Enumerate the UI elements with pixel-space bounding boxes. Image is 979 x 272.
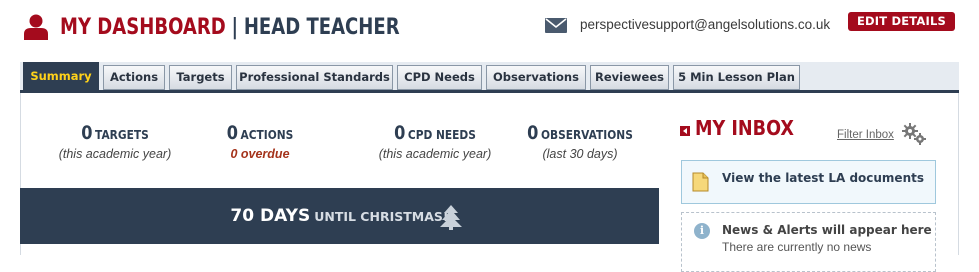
user-icon bbox=[24, 14, 48, 40]
stat-targets[interactable]: 0 TARGETS (this academic year) bbox=[30, 122, 200, 161]
stat-subtext: (this academic year) bbox=[58, 147, 172, 161]
tab-professional-standards[interactable]: Professional Standards bbox=[236, 65, 393, 90]
stat-value: 0 bbox=[527, 122, 539, 144]
stat-subtext: (this academic year) bbox=[378, 147, 492, 161]
countdown-days: 70 DAYS bbox=[230, 206, 311, 226]
la-documents-box[interactable]: View the latest LA documents bbox=[681, 160, 936, 204]
inbox-collapse-icon[interactable] bbox=[680, 126, 690, 136]
info-icon: i bbox=[694, 223, 710, 239]
tab-bar: Summary Actions Targets Professional Sta… bbox=[20, 62, 959, 93]
stat-label: CPD NEEDS bbox=[407, 127, 476, 142]
news-alerts-box: i News & Alerts will appear here There a… bbox=[681, 212, 936, 272]
page-title: MY DASHBOARD | HEAD TEACHER bbox=[60, 12, 400, 44]
stat-value: 0 bbox=[394, 122, 406, 144]
tab-observations[interactable]: Observations bbox=[486, 65, 586, 90]
document-icon bbox=[692, 172, 709, 192]
news-title: News & Alerts will appear here bbox=[722, 223, 932, 237]
stat-subtext: (last 30 days) bbox=[542, 147, 618, 161]
la-documents-link[interactable]: View the latest LA documents bbox=[722, 171, 924, 185]
stat-label: TARGETS bbox=[95, 127, 149, 142]
filter-inbox-link[interactable]: Filter Inbox bbox=[837, 129, 894, 141]
mail-icon bbox=[545, 18, 567, 33]
stat-label: OBSERVATIONS bbox=[540, 127, 633, 142]
dashboard-title: MY DASHBOARD bbox=[60, 15, 226, 40]
countdown-label: UNTIL CHRISTMAS! bbox=[314, 209, 449, 224]
role-title: HEAD TEACHER bbox=[243, 15, 400, 40]
stat-label: ACTIONS bbox=[240, 127, 294, 142]
stat-observations[interactable]: 0 OBSERVATIONS (last 30 days) bbox=[510, 122, 650, 161]
tab-5-min-lesson-plan[interactable]: 5 Min Lesson Plan bbox=[673, 65, 800, 90]
stat-value: 0 bbox=[81, 122, 93, 144]
tab-summary[interactable]: Summary bbox=[23, 62, 99, 90]
edit-details-button[interactable]: EDIT DETAILS bbox=[848, 12, 955, 31]
overdue-count: 0 overdue bbox=[230, 147, 290, 161]
gears-icon[interactable] bbox=[901, 122, 927, 146]
stat-cpd-needs[interactable]: 0 CPD NEEDS (this academic year) bbox=[350, 122, 520, 161]
stat-actions[interactable]: 0 ACTIONS 0 overdue bbox=[190, 122, 330, 161]
page-header: MY DASHBOARD | HEAD TEACHER perspectivesup… bbox=[0, 0, 979, 58]
christmas-countdown: 70 DAYS UNTIL CHRISTMAS! bbox=[20, 188, 659, 244]
title-separator: | bbox=[231, 15, 239, 40]
tab-targets[interactable]: Targets bbox=[169, 65, 232, 90]
tab-actions[interactable]: Actions bbox=[103, 65, 165, 90]
tree-icon bbox=[440, 205, 462, 230]
news-subtext: There are currently no news bbox=[722, 240, 872, 254]
stat-value: 0 bbox=[226, 122, 238, 144]
tab-cpd-needs[interactable]: CPD Needs bbox=[397, 65, 482, 90]
support-email[interactable]: perspectivesupport@angelsolutions.co.uk bbox=[580, 17, 830, 32]
inbox-title: MY INBOX bbox=[695, 116, 794, 140]
tab-reviewees[interactable]: Reviewees bbox=[590, 65, 669, 90]
